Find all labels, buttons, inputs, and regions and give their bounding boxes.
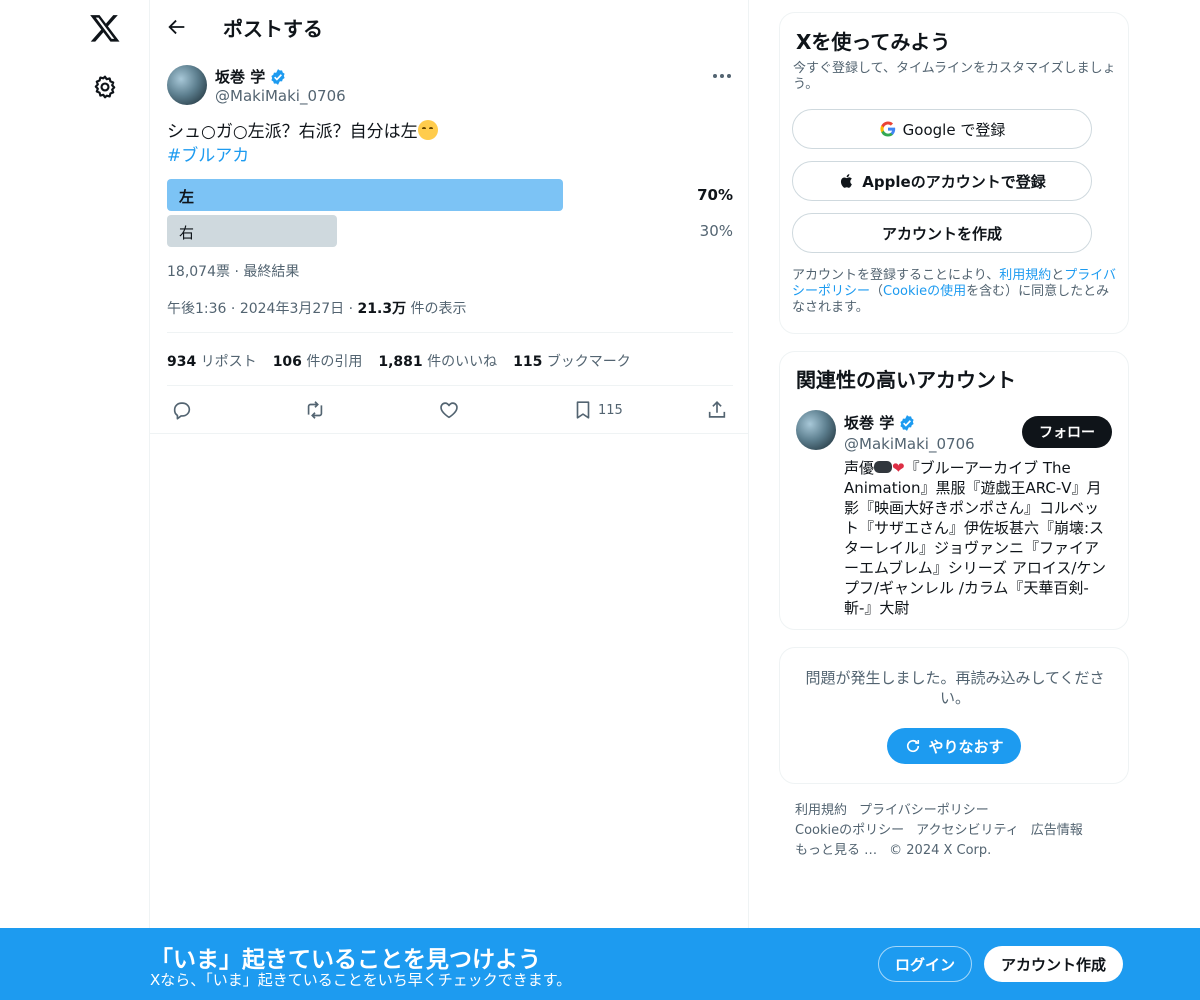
google-signup-button[interactable]: Google で登録 bbox=[792, 109, 1092, 149]
related-accounts-card: 関連性の高いアカウント 坂巻 学 @MakiMaki_0706 フォロー 声優 ❤… bbox=[779, 351, 1129, 630]
related-avatar[interactable] bbox=[796, 410, 836, 450]
reposts-stat[interactable]: 934 リポスト bbox=[167, 351, 257, 371]
divider bbox=[167, 385, 733, 386]
page-title: ポストする bbox=[223, 17, 323, 41]
related-name: 坂巻 学 bbox=[844, 414, 895, 432]
apple-icon bbox=[841, 174, 853, 188]
likes-stat[interactable]: 1,881 件のいいね bbox=[378, 351, 497, 371]
bio-text: 『ブルーアーカイブ The Animation』黒服『遊戯王ARC-Ⅴ』月影『映… bbox=[844, 459, 1106, 617]
quotes-stat[interactable]: 106 件の引用 bbox=[273, 351, 363, 371]
footer-link-accessibility[interactable]: アクセシビリティ bbox=[916, 823, 1019, 838]
poll-bar bbox=[167, 179, 563, 211]
left-nav bbox=[0, 0, 150, 1000]
related-name-link[interactable]: 坂巻 学 bbox=[844, 412, 916, 433]
heart-emoji: ❤ bbox=[892, 459, 905, 477]
reply-icon bbox=[173, 402, 191, 420]
signup-description: 今すぐ登録して、タイムラインをカスタマイズしましょう。 bbox=[793, 61, 1116, 92]
terms-text: と bbox=[1051, 268, 1065, 283]
terms-text: （ bbox=[870, 284, 884, 299]
poll-option-left: 左 70% bbox=[167, 179, 733, 211]
bookmarks-stat[interactable]: 115 ブックマーク bbox=[513, 351, 631, 371]
post-text: シュ○ガ○左派？右派？自分は左 bbox=[167, 120, 438, 144]
heart-icon bbox=[440, 402, 458, 419]
footer-link-ads[interactable]: 広告情報 bbox=[1031, 823, 1083, 838]
page-header: ポストする bbox=[150, 0, 748, 53]
google-icon bbox=[880, 121, 895, 137]
footer-link-more[interactable]: もっと見る … bbox=[795, 843, 877, 858]
share-icon bbox=[708, 401, 726, 418]
bio-text: 声優 bbox=[844, 459, 875, 477]
main-column: ポストする 坂巻 学 @MakiMaki_0706 シュ○ガ○左派？右派？自分は… bbox=[149, 0, 749, 1000]
author-avatar[interactable] bbox=[167, 65, 207, 105]
related-title: 関連性の高いアカウント bbox=[796, 368, 1016, 392]
signup-title: Xを使ってみよう bbox=[796, 30, 951, 54]
post-date[interactable]: 2024年3月27日 bbox=[240, 301, 344, 317]
poll-status: 最終結果 bbox=[243, 264, 300, 280]
terms-text: アカウントを登録することにより、 bbox=[792, 268, 1000, 283]
refresh-icon bbox=[907, 739, 920, 753]
x-logo-icon[interactable] bbox=[89, 12, 121, 44]
login-banner: 「いま」起きていることを見つけよう Xなら、「いま」起きていることをいち早くチェ… bbox=[0, 928, 1200, 1000]
more-horizontal-icon[interactable] bbox=[712, 73, 732, 79]
verified-badge-icon bbox=[900, 414, 914, 431]
repost-icon bbox=[307, 401, 323, 419]
error-card: 問題が発生しました。再読み込みしてください。 やりなおす bbox=[779, 647, 1129, 784]
post-stats: 934 リポスト 106 件の引用 1,881 件のいいね 115 ブックマーク bbox=[167, 351, 631, 371]
gear-icon[interactable] bbox=[92, 74, 118, 100]
related-bio: 声優 ❤『ブルーアーカイブ The Animation』黒服『遊戯王ARC-Ⅴ』月… bbox=[844, 458, 1112, 618]
poll-option-label: 左 bbox=[179, 188, 195, 206]
poll-option-percent: 70% bbox=[697, 186, 733, 204]
post-actions: 115 bbox=[167, 396, 733, 424]
poll-meta: 18,074票 · 最終結果 bbox=[167, 264, 300, 280]
footer-link-privacy[interactable]: プライバシーポリシー bbox=[859, 803, 989, 818]
post-time[interactable]: 午後1:36 bbox=[167, 301, 226, 317]
divider bbox=[150, 433, 748, 434]
banner-subtitle: Xなら、「いま」起きていることをいち早くチェックできます。 bbox=[150, 971, 572, 989]
repost-button[interactable] bbox=[304, 398, 326, 422]
retry-label: やりなおす bbox=[928, 737, 1004, 756]
footer-link-cookie[interactable]: Cookieのポリシー bbox=[795, 823, 904, 838]
post-text-body: シュ○ガ○左派？右派？自分は左 bbox=[167, 122, 418, 142]
retry-button[interactable]: やりなおす bbox=[887, 728, 1021, 764]
related-handle[interactable]: @MakiMaki_0706 bbox=[844, 435, 975, 453]
bookmark-icon bbox=[576, 401, 590, 419]
view-label: 件の表示 bbox=[410, 301, 467, 317]
arrow-left-icon[interactable] bbox=[166, 16, 188, 38]
cookie-link[interactable]: Cookieの使用 bbox=[883, 284, 966, 299]
post-timestamp: 午後1:36 · 2024年3月27日 · 21.3万 件の表示 bbox=[167, 301, 467, 317]
like-button[interactable] bbox=[438, 398, 460, 422]
google-signup-label: Google で登録 bbox=[902, 120, 1006, 139]
poll-option-right: 右 30% bbox=[167, 215, 733, 247]
signup-terms: アカウントを登録することにより、利用規約とプライバシーポリシー（Cookieの使… bbox=[792, 268, 1122, 316]
error-message: 問題が発生しました。再読み込みしてください。 bbox=[805, 669, 1105, 707]
create-account-label: アカウントを作成 bbox=[881, 224, 1002, 243]
divider bbox=[167, 332, 733, 333]
reply-button[interactable] bbox=[171, 398, 193, 422]
footer-link-terms[interactable]: 利用規約 bbox=[795, 803, 847, 818]
poll-option-percent: 30% bbox=[699, 222, 733, 240]
poll-votes: 18,074票 bbox=[167, 264, 230, 280]
bookmark-button[interactable]: 115 bbox=[572, 398, 623, 422]
poll-option-label: 右 bbox=[179, 224, 195, 242]
footer-links: 利用規約 プライバシーポリシー Cookieのポリシー アクセシビリティ 広告情報 も… bbox=[795, 801, 1125, 861]
author-handle[interactable]: @MakiMaki_0706 bbox=[215, 87, 346, 105]
verified-badge-icon bbox=[271, 68, 285, 85]
gamepad-icon bbox=[874, 461, 893, 473]
author-name: 坂巻 学 bbox=[215, 68, 266, 86]
signup-card: Xを使ってみよう 今すぐ登録して、タイムラインをカスタマイズしましょう。 Goo… bbox=[779, 12, 1129, 334]
follow-button[interactable]: フォロー bbox=[1022, 416, 1112, 448]
relieved-face-icon bbox=[417, 120, 438, 140]
login-button[interactable]: ログイン bbox=[878, 946, 972, 982]
author-name-link[interactable]: 坂巻 学 bbox=[215, 66, 287, 87]
apple-signup-label: Appleのアカウントで登録 bbox=[862, 172, 1046, 191]
hashtag-link[interactable]: #ブルアカ bbox=[167, 144, 249, 168]
bookmark-count: 115 bbox=[598, 402, 623, 418]
signup-button[interactable]: アカウント作成 bbox=[984, 946, 1123, 982]
footer-copyright: © 2024 X Corp. bbox=[889, 843, 992, 858]
apple-signup-button[interactable]: Appleのアカウントで登録 bbox=[792, 161, 1092, 201]
share-button[interactable] bbox=[706, 398, 728, 422]
terms-link[interactable]: 利用規約 bbox=[999, 268, 1051, 283]
create-account-button[interactable]: アカウントを作成 bbox=[792, 213, 1092, 253]
view-count: 21.3万 bbox=[357, 301, 407, 317]
